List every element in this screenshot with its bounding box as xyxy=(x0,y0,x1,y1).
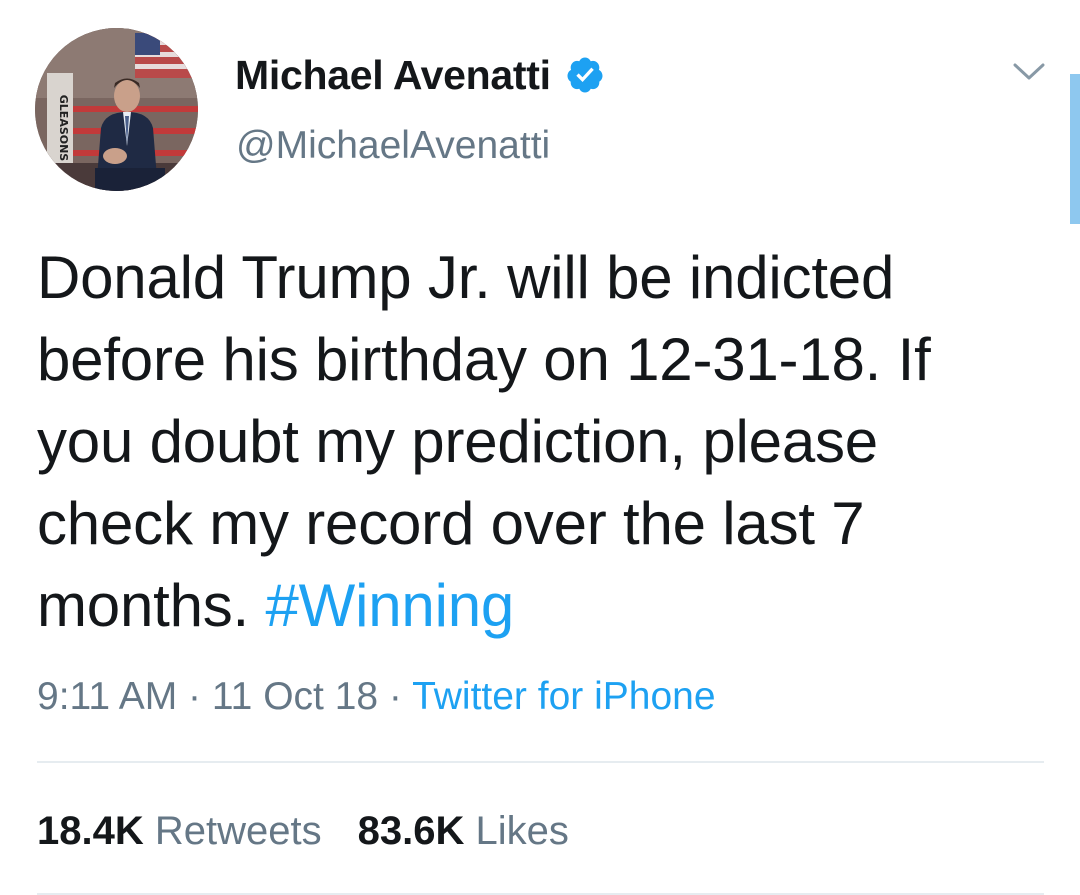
retweets-stat[interactable]: 18.4K Retweets xyxy=(37,809,322,853)
author-name-row[interactable]: Michael Avenatti xyxy=(235,50,605,100)
chevron-down-icon[interactable] xyxy=(1011,59,1047,85)
tweet-time: 9:11 AM xyxy=(37,675,178,718)
tweet-text: Donald Trump Jr. will be indicted before… xyxy=(37,237,1047,647)
tweet-stats: 18.4K Retweets 83.6K Likes xyxy=(37,806,605,856)
likes-stat[interactable]: 83.6K Likes xyxy=(358,809,569,853)
scroll-indicator[interactable] xyxy=(1070,74,1080,224)
retweets-count: 18.4K xyxy=(37,809,144,853)
avatar[interactable]: GLEASONS xyxy=(35,28,198,191)
avatar-sign-text: GLEASONS xyxy=(57,95,70,162)
tweet-source-link[interactable]: Twitter for iPhone xyxy=(412,675,715,718)
avatar-photo: GLEASONS xyxy=(35,28,198,191)
verified-badge-icon xyxy=(565,55,605,95)
display-name[interactable]: Michael Avenatti xyxy=(235,52,551,99)
likes-count: 83.6K xyxy=(357,809,465,853)
tweet-meta: 9:11 AM · 11 Oct 18 · Twitter for iPhone xyxy=(37,672,716,722)
meta-separator: · xyxy=(378,675,413,718)
divider xyxy=(37,761,1044,763)
likes-label: Likes xyxy=(475,809,569,853)
retweets-label: Retweets xyxy=(154,809,322,853)
meta-separator: · xyxy=(177,675,212,718)
author-handle[interactable]: @MichaelAvenatti xyxy=(236,124,550,168)
tweet-date: 11 Oct 18 xyxy=(211,675,379,718)
hashtag-link[interactable]: #Winning xyxy=(266,572,515,639)
